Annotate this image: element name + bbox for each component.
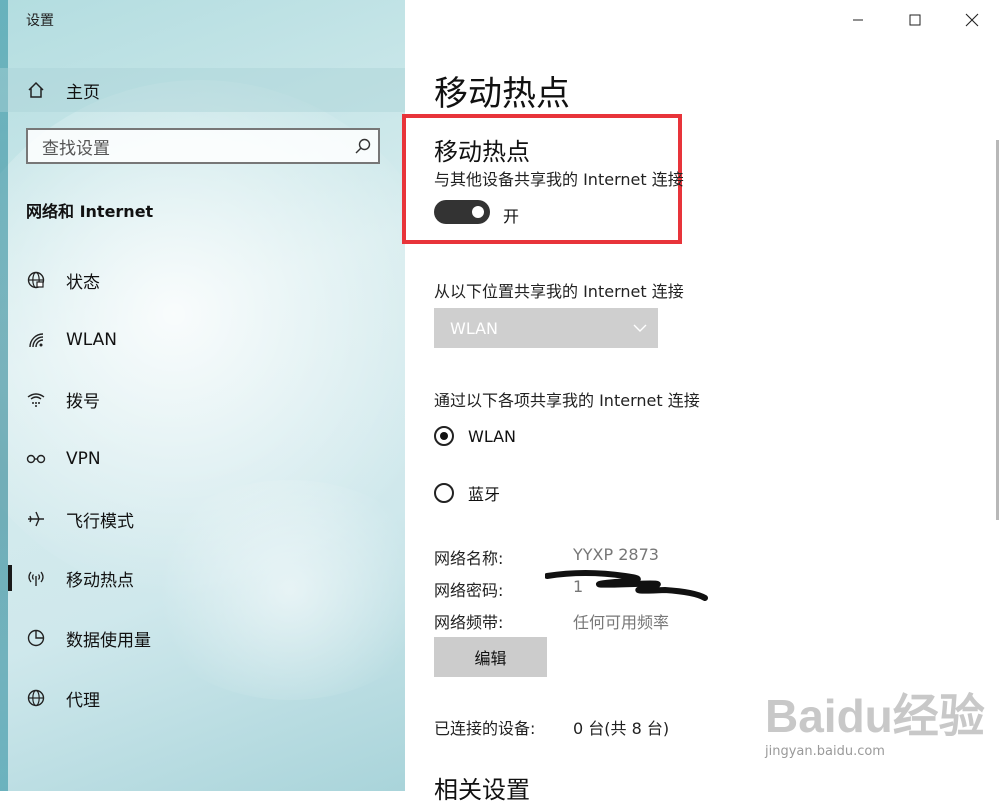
chevron-down-icon xyxy=(622,324,658,332)
dialup-icon xyxy=(24,387,48,411)
baidu-watermark-logo: Baidu经验 xyxy=(765,690,985,742)
vpn-icon xyxy=(24,447,48,471)
close-button[interactable] xyxy=(957,8,987,32)
sidebar-item-wlan[interactable]: WLAN xyxy=(0,318,405,362)
maximize-icon xyxy=(909,14,921,26)
nav-home-label: 主页 xyxy=(66,82,100,103)
radio-dot xyxy=(440,432,448,440)
globe-status-icon xyxy=(24,268,48,292)
network-name-key: 网络名称: xyxy=(434,549,504,568)
page-title: 移动热点 xyxy=(434,74,570,114)
sidebar-item-status[interactable]: 状态 xyxy=(0,258,405,302)
scrollbar[interactable] xyxy=(996,140,999,520)
related-settings-title: 相关设置 xyxy=(434,776,530,804)
airplane-icon xyxy=(24,507,48,531)
nav-home[interactable]: 主页 xyxy=(0,68,405,112)
sidebar-item-label: 移动热点 xyxy=(66,570,134,591)
radio-bluetooth[interactable]: 蓝牙 xyxy=(434,481,500,505)
sidebar-item-dialup[interactable]: 拨号 xyxy=(0,377,405,421)
toggle-knob xyxy=(472,206,484,218)
watermark-brand: Baidu经验 xyxy=(765,690,985,742)
radio-label: WLAN xyxy=(468,426,517,446)
search-icon[interactable] xyxy=(348,137,378,155)
connected-devices-key: 已连接的设备: xyxy=(434,719,536,738)
minimize-button[interactable] xyxy=(843,8,873,32)
section-title: 网络和 Internet xyxy=(26,202,154,221)
network-band-key: 网络频带: xyxy=(434,613,504,632)
sidebar-item-label: 状态 xyxy=(66,272,100,293)
watermark-url: jingyan.baidu.com xyxy=(765,744,885,759)
network-name-value: YYXP 2873 xyxy=(573,545,659,564)
app-title: 设置 xyxy=(26,13,54,29)
search-placeholder: 查找设置 xyxy=(42,138,110,159)
sidebar-item-proxy[interactable]: 代理 xyxy=(0,676,405,720)
maximize-button[interactable] xyxy=(900,8,930,32)
sidebar-item-label: 拨号 xyxy=(66,391,100,412)
globe-icon xyxy=(24,686,48,710)
close-icon xyxy=(965,13,979,27)
settings-content: 移动热点 移动热点 与其他设备共享我的 Internet 连接 开 从以下位置共… xyxy=(402,0,1000,804)
radio-circle[interactable] xyxy=(434,426,454,446)
hotspot-toggle[interactable] xyxy=(434,200,490,224)
network-band-value: 任何可用频率 xyxy=(573,613,670,632)
sidebar-item-hotspot[interactable]: 移动热点 xyxy=(0,556,405,600)
sidebar-item-airplane[interactable]: 飞行模式 xyxy=(0,497,405,541)
redaction-scribble xyxy=(545,570,708,601)
pie-chart-icon xyxy=(24,626,48,650)
network-password-key: 网络密码: xyxy=(434,581,504,600)
hotspot-section-title: 移动热点 xyxy=(434,138,530,166)
toggle-state-label: 开 xyxy=(503,207,520,226)
share-from-label: 从以下位置共享我的 Internet 连接 xyxy=(434,282,684,301)
dropdown-value: WLAN xyxy=(450,318,499,338)
home-icon xyxy=(24,78,48,102)
settings-sidebar: 设置 主页 查找设置 网络和 Internet 状态 WLAN 拨号 VPN 飞… xyxy=(0,0,405,791)
search-input[interactable]: 查找设置 xyxy=(26,128,380,164)
hotspot-description: 与其他设备共享我的 Internet 连接 xyxy=(434,170,684,189)
sidebar-item-label: 数据使用量 xyxy=(66,630,151,651)
radio-wlan[interactable]: WLAN xyxy=(434,426,516,446)
connected-devices-value: 0 台(共 8 台) xyxy=(573,719,670,738)
radio-circle[interactable] xyxy=(434,483,454,503)
hotspot-icon xyxy=(24,566,48,590)
sidebar-item-label: 代理 xyxy=(66,690,100,711)
share-from-dropdown[interactable]: WLAN xyxy=(434,308,658,348)
share-via-label: 通过以下各项共享我的 Internet 连接 xyxy=(434,391,700,410)
wifi-icon xyxy=(24,328,48,352)
minimize-icon xyxy=(853,19,863,21)
edit-button[interactable]: 编辑 xyxy=(434,637,547,677)
sidebar-item-data-usage[interactable]: 数据使用量 xyxy=(0,616,405,660)
sidebar-item-label: 飞行模式 xyxy=(66,511,134,532)
sidebar-item-label: WLAN xyxy=(66,330,118,350)
sidebar-item-label: VPN xyxy=(66,449,101,469)
sidebar-item-vpn[interactable]: VPN xyxy=(0,437,405,481)
radio-label: 蓝牙 xyxy=(468,485,501,504)
